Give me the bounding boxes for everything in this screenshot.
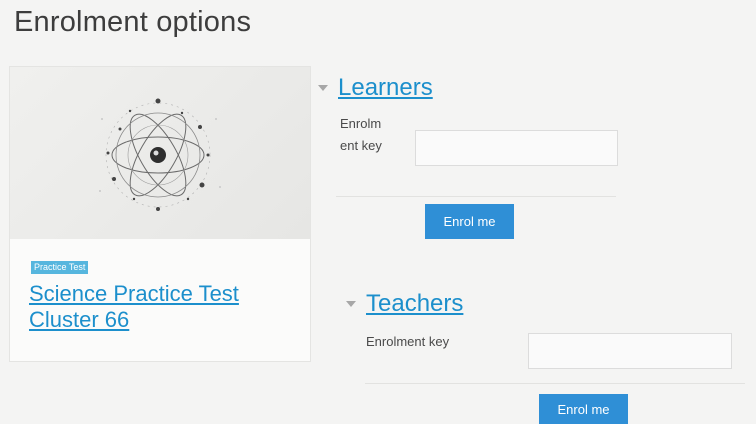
learners-heading[interactable]: Learners — [338, 74, 433, 102]
learners-section-toggle[interactable]: Learners — [318, 74, 433, 102]
caret-down-icon[interactable] — [346, 301, 356, 307]
learners-key-label: Enrolment key — [340, 116, 382, 153]
caret-down-icon[interactable] — [318, 85, 328, 91]
learners-key-input[interactable] — [415, 130, 618, 166]
course-card: Practice Test Science Practice Test Clus… — [9, 66, 311, 362]
teachers-enrol-button[interactable]: Enrol me — [539, 394, 628, 424]
teachers-divider — [365, 383, 745, 384]
teachers-heading[interactable]: Teachers — [366, 290, 463, 318]
teachers-key-input[interactable] — [528, 333, 732, 369]
learners-enrol-button[interactable]: Enrol me — [425, 204, 514, 239]
teachers-key-label: Enrolment key — [366, 334, 450, 349]
teachers-section-toggle[interactable]: Teachers — [346, 290, 463, 318]
course-name-link[interactable]: Science Practice Test Cluster 66 — [29, 281, 299, 333]
course-image[interactable] — [10, 67, 310, 239]
page-title: Enrolment options — [14, 6, 252, 38]
course-badge: Practice Test — [31, 261, 89, 274]
atom-icon — [99, 98, 221, 211]
learners-divider — [336, 196, 616, 197]
